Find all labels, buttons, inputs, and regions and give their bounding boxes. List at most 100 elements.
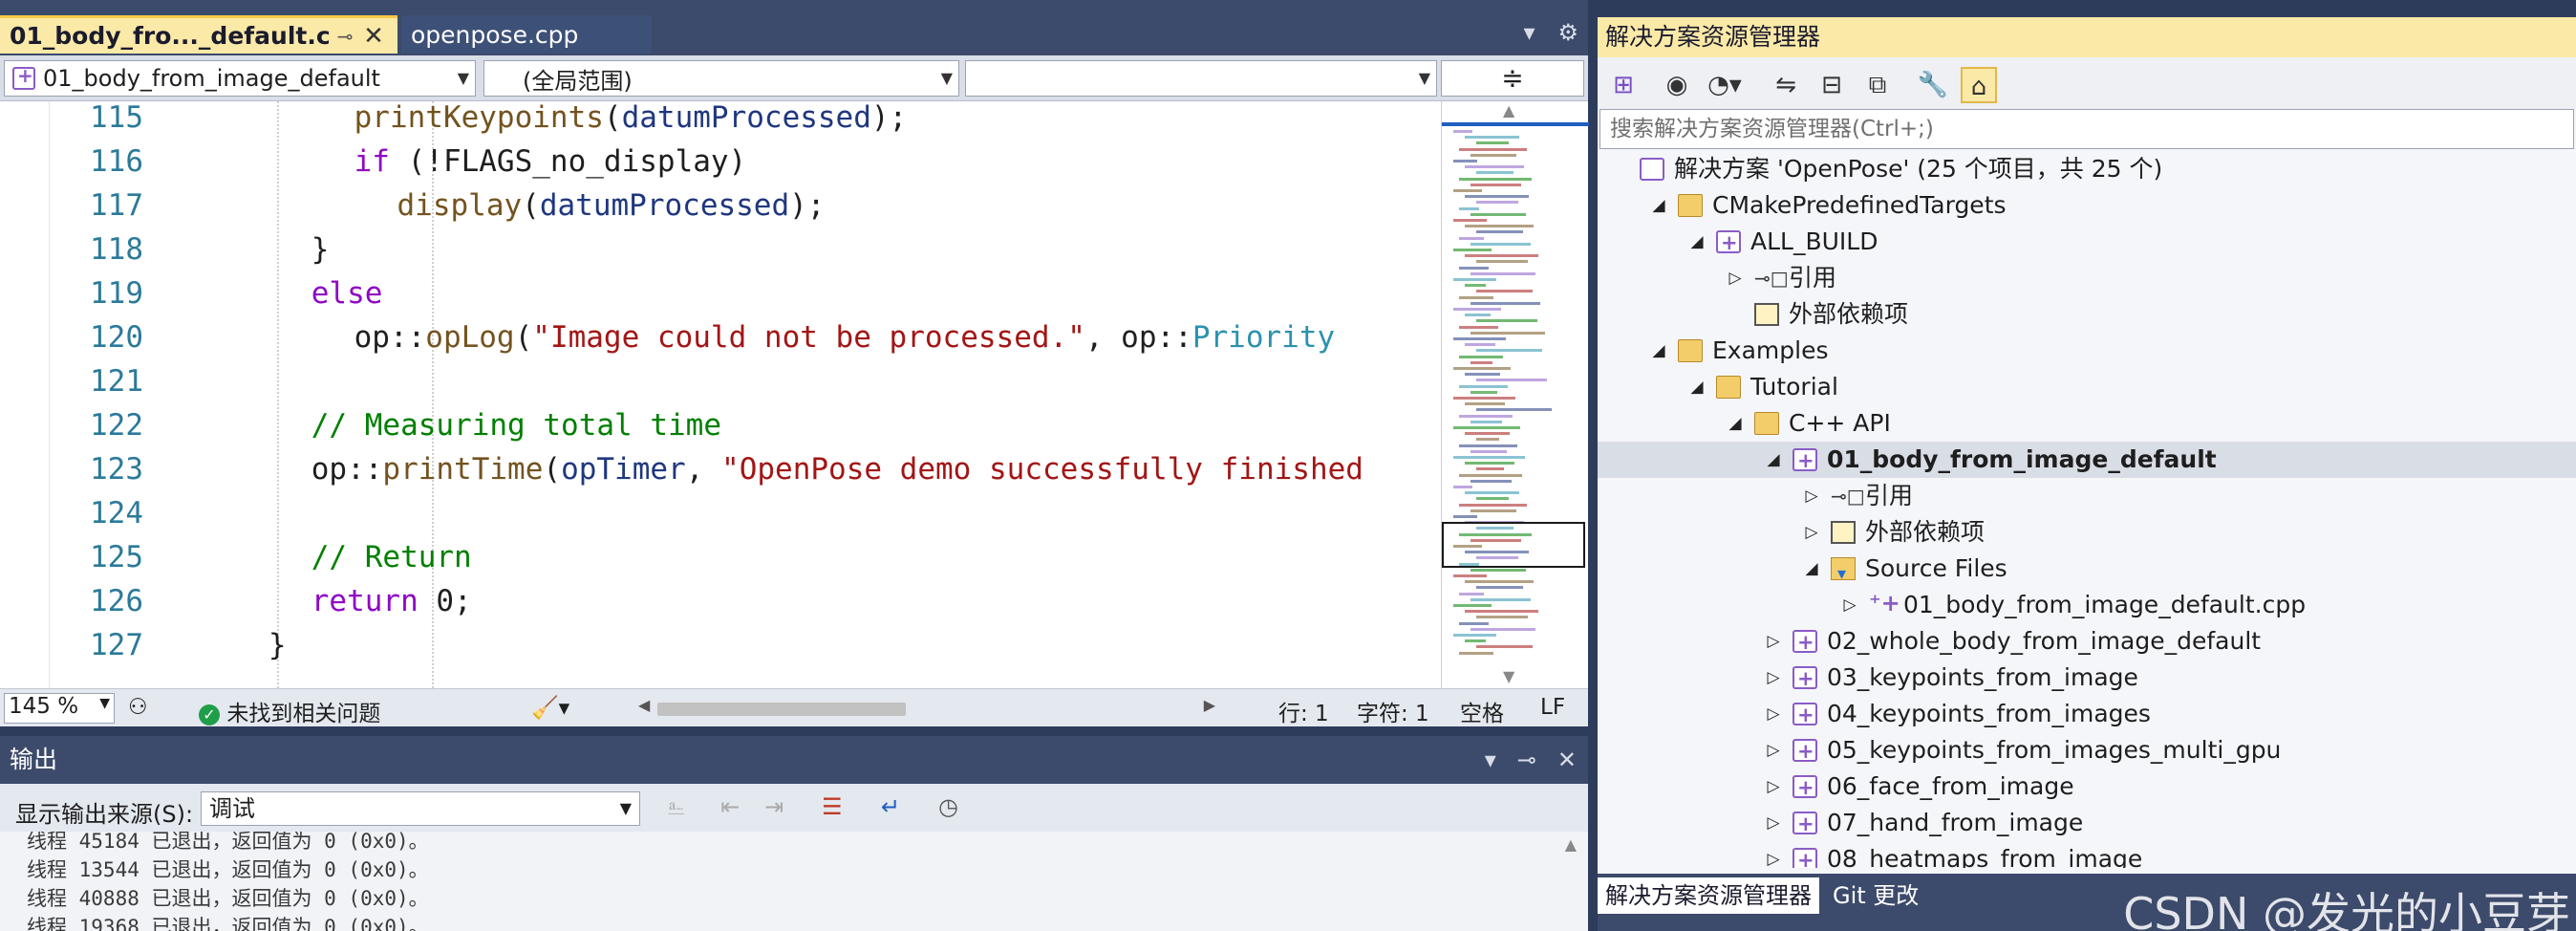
tree-item[interactable]: ▷ 08_heatmaps_from_image: [1598, 841, 2576, 868]
code-line[interactable]: 127}: [0, 623, 1441, 667]
close-tab-icon[interactable]: ✕: [359, 22, 388, 51]
scroll-right-arrow-icon[interactable]: ▶: [1204, 696, 1215, 714]
tree-item[interactable]: ▷ ⁺+ 01_body_from_image_default.cpp: [1598, 587, 2576, 623]
scope-dropdown[interactable]: (全局范围) ▼: [483, 60, 959, 97]
collapsed-arrow-icon[interactable]: ▷: [1800, 478, 1823, 514]
tree-item[interactable]: ▷ 04_keypoints_from_images: [1598, 696, 2576, 733]
scrollbar-minimap[interactable]: ▲ ▼: [1441, 101, 1589, 688]
collapse-all-icon[interactable]: ⊟: [1814, 67, 1850, 103]
expanded-arrow-icon[interactable]: ◢: [1724, 405, 1747, 442]
tree-item[interactable]: 外部依赖项: [1598, 296, 2576, 333]
code-line[interactable]: 117 display(datumProcessed);: [0, 184, 1441, 227]
history-icon[interactable]: ◔▾: [1707, 67, 1743, 103]
expanded-arrow-icon[interactable]: ◢: [1800, 551, 1823, 587]
line-ending-indicator[interactable]: LF: [1540, 695, 1565, 720]
tree-item[interactable]: ▷ 02_whole_body_from_image_default: [1598, 623, 2576, 660]
code-line[interactable]: 125 // Return: [0, 535, 1441, 579]
intellicode-icon[interactable]: ⚇: [128, 695, 148, 720]
tree-item[interactable]: ◢ C++ API: [1598, 405, 2576, 442]
sync-icon[interactable]: ⇋: [1768, 67, 1804, 103]
split-window-button[interactable]: ≑: [1441, 60, 1584, 97]
whitespace-indicator[interactable]: 空格: [1460, 695, 1504, 727]
tree-item[interactable]: ◢ Tutorial: [1598, 369, 2576, 405]
tree-item[interactable]: ▷ 05_keypoints_from_images_multi_gpu: [1598, 732, 2576, 769]
collapsed-arrow-icon[interactable]: ▷: [1724, 260, 1747, 296]
code-line[interactable]: 122 // Measuring total time: [0, 403, 1441, 447]
tree-item[interactable]: ▷ 03_keypoints_from_image: [1598, 660, 2576, 697]
horizontal-scrollbar[interactable]: ◀ ▶: [638, 696, 1215, 718]
code-line[interactable]: 120 op::opLog("Image could not be process…: [0, 315, 1441, 359]
horizontal-scroll-thumb[interactable]: [657, 703, 906, 716]
scroll-left-arrow-icon[interactable]: ◀: [638, 696, 650, 714]
minimap-viewport[interactable]: [1442, 522, 1585, 568]
project-dropdown[interactable]: 01_body_from_image_default ▼: [4, 60, 476, 97]
expanded-arrow-icon[interactable]: ◢: [1647, 333, 1670, 369]
collapsed-arrow-icon[interactable]: ▷: [1762, 623, 1785, 660]
tree-item[interactable]: ◢ Source Files: [1598, 551, 2576, 593]
code-line[interactable]: 124: [0, 491, 1441, 535]
preview-selected-icon[interactable]: ⌂: [1961, 67, 1997, 103]
scroll-up-arrow-icon[interactable]: ▲: [1565, 835, 1577, 854]
window-position-dropdown-icon[interactable]: ▾: [1485, 736, 1496, 784]
collapsed-arrow-icon[interactable]: ▷: [1762, 732, 1785, 769]
show-all-files-icon[interactable]: ⧉: [1859, 67, 1896, 103]
code-text-area[interactable]: 115 printKeypoints(datumProcessed); 116 if …: [0, 101, 1441, 688]
tree-item[interactable]: ▷ 外部依赖项: [1598, 514, 2576, 551]
collapsed-arrow-icon[interactable]: ▷: [1838, 587, 1861, 623]
scroll-up-arrow-icon[interactable]: ▲: [1503, 101, 1514, 119]
tab-list-dropdown-icon[interactable]: ▾: [1523, 19, 1535, 46]
output-source-dropdown[interactable]: 调试 ▼: [201, 791, 640, 826]
code-cleanup-icon[interactable]: 🧹▾: [531, 695, 569, 721]
tree-item[interactable]: ▷ ⊸□ 引用: [1598, 260, 2576, 296]
char-indicator[interactable]: 字符: 1: [1357, 695, 1429, 727]
tab-git-changes[interactable]: Git 更改: [1825, 877, 1926, 914]
expanded-arrow-icon[interactable]: ◢: [1647, 187, 1670, 224]
tree-item[interactable]: ◢ Examples: [1598, 333, 2576, 369]
code-line[interactable]: 123 op::printTime(opTimer, "OpenPose demo…: [0, 447, 1441, 491]
word-wrap-icon[interactable]: ↵: [881, 793, 900, 820]
code-line[interactable]: 116 if (!FLAGS_no_display): [0, 140, 1441, 184]
code-line[interactable]: 119 else: [0, 271, 1441, 315]
tree-item[interactable]: ◢ ALL_BUILD: [1598, 224, 2576, 261]
close-icon[interactable]: ✕: [1557, 736, 1577, 784]
code-line[interactable]: 126 return 0;: [0, 579, 1441, 623]
output-text-area[interactable]: 线程 45184 已退出，返回值为 0 (0x0)。 线程 13544 已退出，…: [0, 832, 1557, 931]
clock-icon[interactable]: ◷: [938, 793, 958, 820]
code-line[interactable]: 121: [0, 359, 1441, 403]
solution-search-input[interactable]: 搜索解决方案资源管理器(Ctrl+;): [1599, 109, 2574, 149]
pin-icon[interactable]: ⊸: [331, 25, 359, 48]
tree-item[interactable]: ▷ ⊸□ 引用: [1598, 478, 2576, 514]
scroll-down-arrow-icon[interactable]: ▼: [1503, 667, 1514, 685]
tree-item[interactable]: 解决方案 'OpenPose' (25 个项目，共 25 个): [1598, 151, 2576, 187]
expanded-arrow-icon[interactable]: ◢: [1762, 442, 1785, 478]
find-message-icon[interactable]: ⎁: [667, 793, 685, 820]
switch-views-icon[interactable]: ⊞: [1605, 67, 1642, 103]
collapsed-arrow-icon[interactable]: ▷: [1800, 514, 1823, 551]
tree-item[interactable]: ▷ 06_face_from_image: [1598, 769, 2576, 806]
collapsed-arrow-icon[interactable]: ▷: [1762, 805, 1785, 841]
previous-message-icon[interactable]: ⇤: [720, 793, 740, 820]
code-line[interactable]: 115 printKeypoints(datumProcessed);: [0, 101, 1441, 140]
pin-icon[interactable]: ⊸: [1517, 736, 1536, 784]
collapsed-arrow-icon[interactable]: ▷: [1762, 660, 1785, 696]
zoom-dropdown[interactable]: 145 % ▼: [4, 693, 115, 724]
tab-openpose-cpp[interactable]: openpose.cpp: [401, 15, 652, 54]
line-indicator[interactable]: 行: 1: [1278, 695, 1329, 727]
expanded-arrow-icon[interactable]: ◢: [1685, 224, 1708, 260]
collapsed-arrow-icon[interactable]: ▷: [1762, 769, 1785, 805]
wrench-icon[interactable]: 🔧: [1915, 67, 1951, 103]
clear-all-icon[interactable]: ☰: [822, 793, 843, 820]
issues-indicator[interactable]: ✓ 未找到相关问题: [199, 695, 380, 727]
collapsed-arrow-icon[interactable]: ▷: [1762, 841, 1785, 868]
collapsed-arrow-icon[interactable]: ▷: [1762, 696, 1785, 732]
code-line[interactable]: 118}: [0, 227, 1441, 271]
expanded-arrow-icon[interactable]: ◢: [1685, 369, 1708, 405]
next-message-icon[interactable]: ⇥: [764, 793, 784, 820]
tab-01-body-from-image-default-cpp[interactable]: 01_body_fro..._default.cpp ⊸ ✕: [0, 15, 397, 54]
globe-icon[interactable]: ◉: [1659, 67, 1695, 103]
tree-item[interactable]: ◢ 01_body_from_image_default: [1598, 442, 2576, 479]
tree-item[interactable]: ◢ CMakePredefinedTargets: [1598, 187, 2576, 224]
tab-solution-explorer[interactable]: 解决方案资源管理器: [1598, 877, 1819, 914]
member-dropdown[interactable]: ▼: [965, 60, 1437, 97]
gear-icon[interactable]: ⚙: [1557, 19, 1578, 46]
